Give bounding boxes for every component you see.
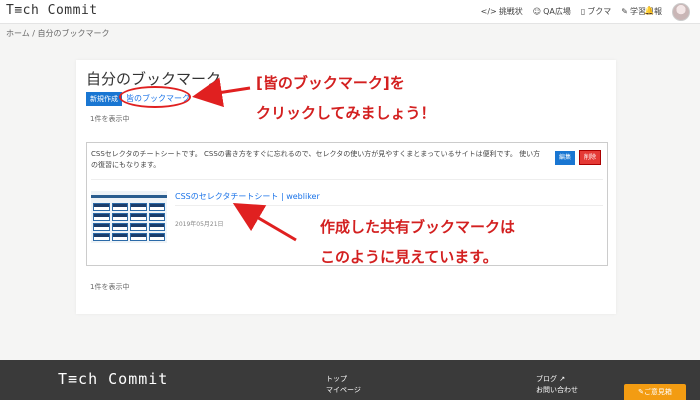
annotation-line: このように見えています。 <box>320 248 498 266</box>
footer-link-blog[interactable]: ブログ ↗ <box>536 374 578 385</box>
footer-link-contact[interactable]: お問い合わせ <box>536 385 578 396</box>
footer-link-top[interactable]: トップ <box>326 374 361 385</box>
footer: T≡ch Commit トップ マイページ ブログ ↗ お問い合わせ ✎ご意見箱 <box>0 360 700 400</box>
arrow-to-entry <box>232 202 297 242</box>
annotation-top: [皆のブックマーク]を クリックしてみましょう！ <box>256 68 436 128</box>
footer-logo[interactable]: T≡ch Commit <box>58 370 168 388</box>
annotation-bottom: 作成した共有ブックマークは このように見えています。 <box>320 212 515 272</box>
annotation-line: クリックしてみましょう！ <box>256 104 436 122</box>
annotation-line: [皆のブックマーク]を <box>256 74 405 92</box>
footer-link-mypage[interactable]: マイページ <box>326 385 361 396</box>
feedback-button[interactable]: ✎ご意見箱 <box>624 384 686 400</box>
footer-links-col1: トップ マイページ <box>326 374 361 396</box>
annotation-arrows <box>192 77 297 242</box>
footer-links-col2: ブログ ↗ お問い合わせ <box>536 374 578 396</box>
annotation-line: 作成した共有ブックマークは <box>320 218 516 236</box>
arrow-to-link <box>192 77 251 108</box>
